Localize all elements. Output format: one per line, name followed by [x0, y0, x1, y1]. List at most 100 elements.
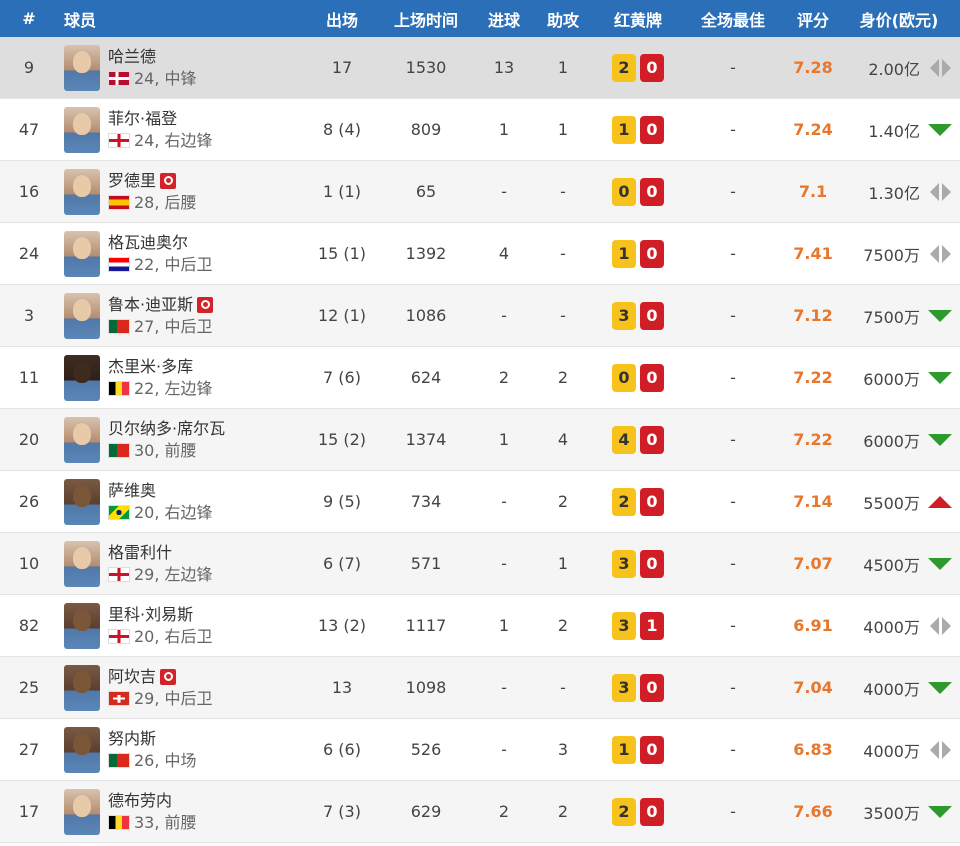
col-motm[interactable]: 全场最佳 — [678, 7, 788, 31]
trend-up-icon — [928, 495, 952, 508]
player-cell[interactable]: 菲尔·福登 24, 右边锋 — [58, 106, 312, 153]
value-trend[interactable] — [920, 433, 960, 446]
player-cell[interactable]: 杰里米·多库 22, 左边锋 — [58, 354, 312, 401]
player-cell[interactable]: 德布劳内 33, 前腰 — [58, 788, 312, 835]
player-avatar[interactable] — [64, 478, 100, 525]
player-avatar[interactable] — [64, 540, 100, 587]
player-name[interactable]: 罗德里 — [108, 170, 156, 192]
player-rating: 7.12 — [793, 306, 833, 325]
table-row[interactable]: 47 菲尔·福登 24, 右边锋 8 (4) 809 1 1 1 0 - 7.2… — [0, 99, 960, 161]
player-name[interactable]: 格雷利什 — [108, 542, 172, 564]
portugal-flag-icon — [108, 319, 130, 334]
value-trend[interactable] — [920, 123, 960, 136]
goals: - — [501, 182, 507, 201]
player-name[interactable]: 努内斯 — [108, 728, 156, 750]
value-trend[interactable] — [920, 58, 960, 77]
table-row[interactable]: 11 杰里米·多库 22, 左边锋 7 (6) 624 2 2 0 0 - 7.… — [0, 347, 960, 409]
col-value[interactable]: 身价(欧元) — [838, 7, 960, 31]
player-cell[interactable]: 阿坎吉 29, 中后卫 — [58, 664, 312, 711]
table-row[interactable]: 82 里科·刘易斯 20, 右后卫 13 (2) 1117 1 2 3 1 - … — [0, 595, 960, 657]
col-assists[interactable]: 助攻 — [528, 7, 598, 31]
man-of-the-match: - — [730, 802, 736, 821]
player-avatar[interactable] — [64, 44, 100, 91]
player-name[interactable]: 哈兰德 — [108, 46, 156, 68]
player-name[interactable]: 萨维奥 — [108, 480, 156, 502]
table-row[interactable]: 20 贝尔纳多·席尔瓦 30, 前腰 15 (2) 1374 1 4 4 0 -… — [0, 409, 960, 471]
table-row[interactable]: 10 格雷利什 29, 左边锋 6 (7) 571 - 1 3 0 - 7.07… — [0, 533, 960, 595]
cards: 4 0 — [598, 425, 678, 454]
player-avatar[interactable] — [64, 230, 100, 277]
player-name[interactable]: 菲尔·福登 — [108, 108, 177, 130]
value-trend[interactable] — [920, 244, 960, 263]
player-avatar[interactable] — [64, 664, 100, 711]
table-row[interactable]: 26 萨维奥 20, 右边锋 9 (5) 734 - 2 2 0 - 7.14 … — [0, 471, 960, 533]
player-name[interactable]: 贝尔纳多·席尔瓦 — [108, 418, 225, 440]
player-cell[interactable]: 格雷利什 29, 左边锋 — [58, 540, 312, 587]
player-number: 26 — [18, 492, 40, 511]
player-avatar[interactable] — [64, 168, 100, 215]
col-minutes[interactable]: 上场时间 — [372, 7, 480, 31]
col-appearances[interactable]: 出场 — [312, 7, 372, 31]
appearances: 12 (1) — [317, 306, 367, 325]
col-player[interactable]: 球员 — [58, 7, 312, 31]
player-name[interactable]: 杰里米·多库 — [108, 356, 193, 378]
trend-flat-icon — [929, 616, 951, 635]
col-rating[interactable]: 评分 — [788, 7, 838, 31]
player-name[interactable]: 德布劳内 — [108, 790, 172, 812]
player-cell[interactable]: 努内斯 26, 中场 — [58, 726, 312, 773]
player-cell[interactable]: 贝尔纳多·席尔瓦 30, 前腰 — [58, 416, 312, 463]
player-name[interactable]: 里科·刘易斯 — [108, 604, 193, 626]
table-row[interactable]: 24 格瓦迪奥尔 22, 中后卫 15 (1) 1392 4 - 1 0 - 7… — [0, 223, 960, 285]
trend-flat-icon — [929, 740, 951, 759]
table-row[interactable]: 3 鲁本·迪亚斯 27, 中后卫 12 (1) 1086 - - 3 0 - 7… — [0, 285, 960, 347]
player-rating: 7.66 — [793, 802, 833, 821]
player-cell[interactable]: 罗德里 28, 后腰 — [58, 168, 312, 215]
brazil-flag-icon — [108, 505, 130, 520]
player-avatar[interactable] — [64, 416, 100, 463]
player-number: 20 — [18, 430, 40, 449]
player-number: 3 — [23, 306, 35, 325]
red-card-count: 0 — [640, 363, 664, 392]
player-cell[interactable]: 里科·刘易斯 20, 右后卫 — [58, 602, 312, 649]
value-trend[interactable] — [920, 681, 960, 694]
table-row[interactable]: 9 哈兰德 24, 中锋 17 1530 13 1 2 0 - 7.28 2.0… — [0, 37, 960, 99]
table-row[interactable]: 16 罗德里 28, 后腰 1 (1) 65 - - 0 0 - 7.1 1.3… — [0, 161, 960, 223]
col-cards[interactable]: 红黄牌 — [598, 7, 678, 31]
player-cell[interactable]: 萨维奥 20, 右边锋 — [58, 478, 312, 525]
value-trend[interactable] — [920, 740, 960, 759]
player-avatar[interactable] — [64, 292, 100, 339]
red-card-count: 0 — [640, 487, 664, 516]
col-number[interactable]: # — [0, 9, 58, 28]
spain-flag-icon — [108, 195, 130, 210]
player-avatar[interactable] — [64, 602, 100, 649]
player-cell[interactable]: 哈兰德 24, 中锋 — [58, 44, 312, 91]
yellow-card-count: 2 — [612, 53, 636, 82]
player-cell[interactable]: 格瓦迪奥尔 22, 中后卫 — [58, 230, 312, 277]
minutes-played: 1117 — [405, 616, 447, 635]
value-trend[interactable] — [920, 616, 960, 635]
value-trend[interactable] — [920, 495, 960, 508]
player-name[interactable]: 阿坎吉 — [108, 666, 156, 688]
player-name[interactable]: 格瓦迪奥尔 — [108, 232, 188, 254]
table-row[interactable]: 25 阿坎吉 29, 中后卫 13 1098 - - 3 0 - 7.04 40… — [0, 657, 960, 719]
col-goals[interactable]: 进球 — [480, 7, 528, 31]
value-trend[interactable] — [920, 371, 960, 384]
player-avatar[interactable] — [64, 788, 100, 835]
player-number: 82 — [18, 616, 40, 635]
player-name[interactable]: 鲁本·迪亚斯 — [108, 294, 193, 316]
player-avatar[interactable] — [64, 354, 100, 401]
assists: 3 — [557, 740, 569, 759]
player-cell[interactable]: 鲁本·迪亚斯 27, 中后卫 — [58, 292, 312, 339]
value-trend[interactable] — [920, 557, 960, 570]
player-avatar[interactable] — [64, 106, 100, 153]
table-row[interactable]: 17 德布劳内 33, 前腰 7 (3) 629 2 2 2 0 - 7.66 … — [0, 781, 960, 843]
market-value: 3500万 — [863, 803, 920, 823]
player-rating: 6.91 — [793, 616, 833, 635]
value-trend[interactable] — [920, 182, 960, 201]
player-avatar[interactable] — [64, 726, 100, 773]
value-trend[interactable] — [920, 805, 960, 818]
value-trend[interactable] — [920, 309, 960, 322]
cards: 3 0 — [598, 673, 678, 702]
man-of-the-match: - — [730, 182, 736, 201]
table-row[interactable]: 27 努内斯 26, 中场 6 (6) 526 - 3 1 0 - 6.83 4… — [0, 719, 960, 781]
